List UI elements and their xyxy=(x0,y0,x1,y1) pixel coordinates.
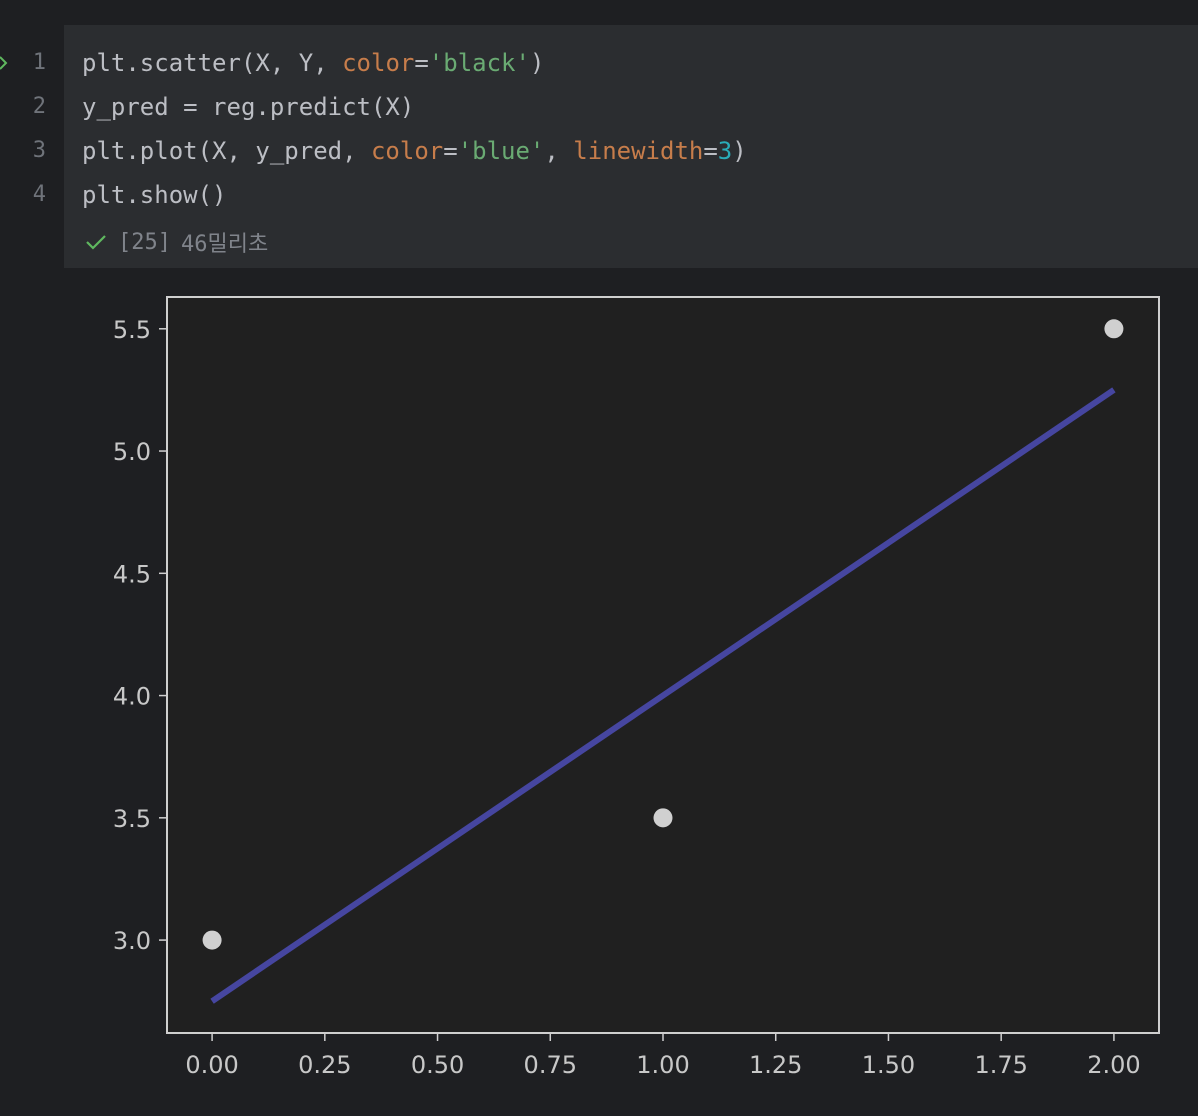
code-token: , xyxy=(544,137,574,165)
code-token: = xyxy=(443,137,458,165)
x-tick-label: 0.25 xyxy=(298,1051,351,1079)
x-tick-label: 1.00 xyxy=(636,1051,689,1079)
check-icon xyxy=(84,230,108,254)
code-token: 'blue' xyxy=(457,137,545,165)
x-tick-label: 1.25 xyxy=(749,1051,802,1079)
scatter-point xyxy=(202,930,222,950)
plot-area xyxy=(166,296,1160,1034)
y-tick-label: 5.0 xyxy=(113,438,151,466)
y-tick-label: 4.0 xyxy=(113,683,151,711)
x-tick-label: 2.00 xyxy=(1087,1051,1140,1079)
execution-duration: 46밀리초 xyxy=(180,232,269,257)
line-number: 3 xyxy=(32,138,46,163)
notebook-view: { "cell": { "line_numbers": ["1", "2", "… xyxy=(0,0,1198,1116)
code-token: plt.plot(X, y_pred, xyxy=(82,137,371,165)
scatter-point xyxy=(653,808,673,828)
x-tick-label: 0.75 xyxy=(524,1051,577,1079)
x-tick-label: 0.00 xyxy=(185,1051,238,1079)
code-token: color xyxy=(342,49,415,77)
code-line[interactable]: plt.scatter(X, Y, color='black') xyxy=(82,41,747,85)
code-line[interactable]: plt.plot(X, y_pred, color='blue', linewi… xyxy=(82,129,747,173)
y-tick-label: 3.5 xyxy=(113,805,151,833)
code-token: color xyxy=(370,137,444,165)
scatter-point xyxy=(1104,319,1124,339)
code-token: plt.show() xyxy=(82,181,227,209)
code-token: ) xyxy=(732,137,747,165)
line-numbers: 1 2 3 4 xyxy=(0,25,58,207)
line-number: 2 xyxy=(32,94,46,119)
code-line[interactable]: plt.show() xyxy=(82,173,747,217)
execution-count: [25] xyxy=(118,229,171,255)
code-editor[interactable]: plt.scatter(X, Y, color='black') y_pred =… xyxy=(82,41,747,217)
code-line[interactable]: y_pred = reg.predict(X) xyxy=(82,85,747,129)
code-token: ) xyxy=(529,49,545,77)
y-tick-label: 3.0 xyxy=(113,927,151,955)
code-token: 3 xyxy=(717,137,733,165)
execution-status: [25] 46밀리초 xyxy=(84,224,268,260)
x-tick-label: 1.50 xyxy=(862,1051,915,1079)
line-number: 1 xyxy=(32,50,46,75)
line-number: 4 xyxy=(32,182,46,207)
code-token: plt.scatter(X, Y, xyxy=(82,49,343,77)
code-token: linewidth xyxy=(573,137,704,165)
y-tick-label: 4.5 xyxy=(113,560,151,588)
y-tick-label: 5.5 xyxy=(113,316,151,344)
scatter-plot: 0.00 0.25 0.50 0.75 1.00 1.25 1.50 1.75 2.00 3.0 3… xyxy=(113,296,1160,1079)
cell-output: 0.00 0.25 0.50 0.75 1.00 1.25 1.50 1.75 2.00 3.0 3… xyxy=(64,268,1198,1116)
x-tick-label: 0.50 xyxy=(411,1051,464,1079)
code-token: = xyxy=(414,49,429,77)
code-token: = xyxy=(703,137,718,165)
code-token: 'black' xyxy=(428,49,530,77)
code-token: y_pred = reg.predict(X) xyxy=(82,93,415,121)
x-tick-label: 1.75 xyxy=(974,1051,1027,1079)
